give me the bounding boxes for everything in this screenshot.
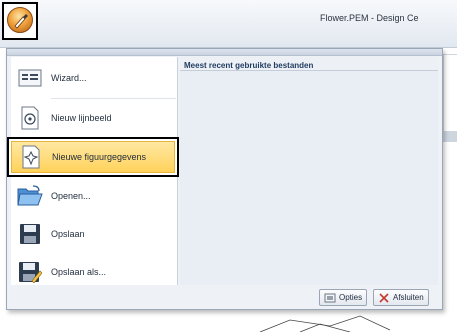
app-menu-button[interactable]	[7, 7, 33, 33]
recent-files-header: Meest recent gebruikte bestanden	[180, 57, 438, 71]
save-icon	[17, 221, 43, 247]
menu-item-label: Nieuwe figuurgegevens	[52, 152, 147, 162]
save-as-icon	[17, 259, 43, 285]
new-line-image-icon	[17, 105, 43, 131]
open-folder-icon	[17, 183, 43, 209]
exit-button[interactable]: Afsluiten	[373, 289, 429, 306]
app-menu-icon	[14, 14, 28, 29]
close-icon	[378, 292, 390, 304]
recent-files-panel: Meest recent gebruikte bestanden	[180, 57, 438, 285]
menu-item-highlight: Nieuwe figuurgegevens	[11, 141, 175, 173]
exit-label: Afsluiten	[393, 293, 424, 302]
menu-item-open[interactable]: Openen...	[11, 177, 178, 215]
menu-item-save[interactable]: Opslaan	[11, 215, 178, 253]
menu-item-label: Nieuw lijnbeeld	[51, 113, 112, 123]
options-button[interactable]: Opties	[319, 289, 368, 306]
new-figure-data-icon	[18, 144, 44, 170]
wizard-icon	[17, 65, 43, 91]
options-icon	[324, 292, 336, 304]
menu-footer: Opties Afsluiten	[11, 287, 438, 307]
menu-item-label: Opslaan als...	[51, 267, 107, 277]
background-panel	[443, 54, 457, 132]
options-label: Opties	[339, 293, 363, 302]
application-menu: Wizard... Nieuw lijnbeeld Nieuwe figuurg…	[6, 48, 443, 310]
menu-commands: Wizard... Nieuw lijnbeeld Nieuwe figuurg…	[7, 57, 179, 285]
menu-item-wizard[interactable]: Wizard...	[11, 59, 178, 97]
title-bar: Flower.PEM - Design Ce	[0, 0, 457, 48]
menu-item-label: Wizard...	[51, 73, 87, 83]
menu-item-new-figure-data[interactable]: Nieuwe figuurgegevens	[7, 137, 179, 177]
menu-top-bar	[7, 49, 442, 56]
menu-item-save-as[interactable]: Opslaan als...	[11, 253, 178, 291]
window-title: Flower.PEM - Design Ce	[320, 13, 419, 23]
menu-item-label: Opslaan	[51, 229, 85, 239]
menu-item-label: Openen...	[51, 191, 91, 201]
menu-item-new-line-image[interactable]: Nieuw lijnbeeld	[11, 99, 178, 137]
app-button-highlight	[2, 2, 38, 40]
